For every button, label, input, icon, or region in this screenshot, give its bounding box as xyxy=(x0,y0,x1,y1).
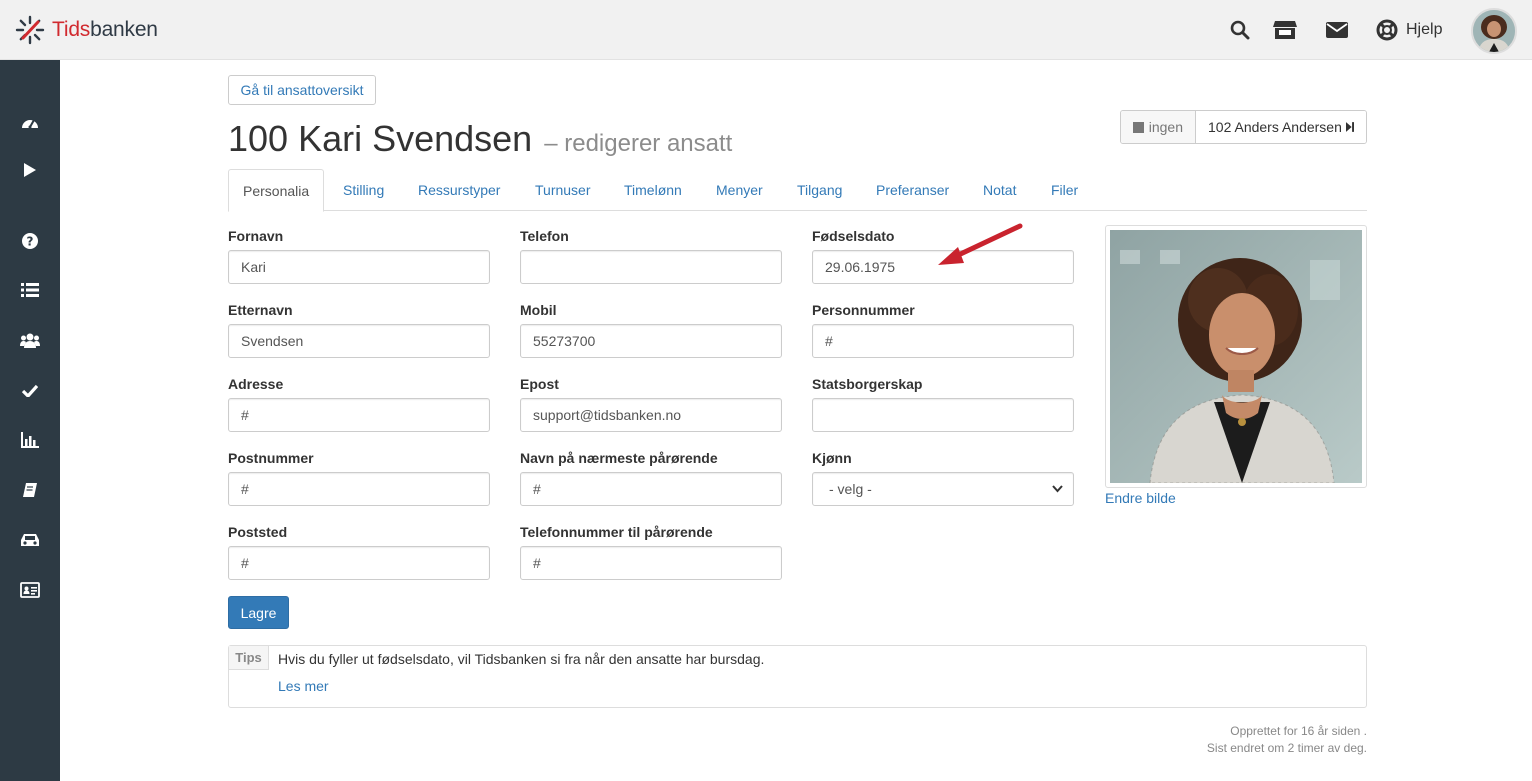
tab-timelonn[interactable]: Timelønn xyxy=(624,169,682,211)
parorende-telefon-input[interactable]: # xyxy=(520,546,782,580)
change-photo-link[interactable]: Endre bilde xyxy=(1105,490,1176,506)
personnummer-label: Personnummer xyxy=(812,302,915,318)
help-label: Hjelp xyxy=(1406,21,1443,38)
tab-stilling[interactable]: Stilling xyxy=(343,169,384,211)
statsborgerskap-input[interactable] xyxy=(812,398,1074,432)
mobil-label: Mobil xyxy=(520,302,557,318)
employee-photo-frame xyxy=(1105,225,1367,488)
page-title: 100 Kari Svendsen – redigerer ansatt xyxy=(228,118,732,162)
personnummer-input[interactable]: # xyxy=(812,324,1074,358)
tab-ressurstyper[interactable]: Ressurstyper xyxy=(418,169,500,211)
tips-box: Tips Hvis du fyller ut fødselsdato, vil … xyxy=(228,645,1367,708)
modified-info: Sist endret om 2 timer av deg. xyxy=(1206,741,1367,755)
tab-notat[interactable]: Notat xyxy=(983,169,1016,211)
logo-icon xyxy=(15,15,45,45)
created-info: Opprettet for 16 år siden . xyxy=(1230,724,1367,738)
tab-tilgang[interactable]: Tilgang xyxy=(797,169,842,211)
fornavn-label: Fornavn xyxy=(228,228,284,244)
fodselsdato-label: Fødselsdato xyxy=(812,228,895,244)
etternavn-input[interactable]: Svendsen xyxy=(228,324,490,358)
user-avatar[interactable] xyxy=(1471,8,1517,54)
save-button[interactable]: Lagre xyxy=(228,596,289,629)
next-employee-button[interactable]: 102 Anders Andersen xyxy=(1196,111,1366,143)
id-card-icon[interactable] xyxy=(18,578,42,602)
kjonn-select[interactable]: - velg - xyxy=(812,472,1074,506)
step-forward-icon xyxy=(1345,122,1354,132)
help-button[interactable]: Hjelp xyxy=(1376,18,1442,42)
tab-filer[interactable]: Filer xyxy=(1051,169,1078,211)
book-icon[interactable] xyxy=(18,478,42,502)
play-icon[interactable] xyxy=(18,158,42,182)
car-icon[interactable] xyxy=(18,528,42,552)
postnummer-input[interactable]: # xyxy=(228,472,490,506)
users-icon[interactable] xyxy=(18,328,42,352)
poststed-input[interactable]: # xyxy=(228,546,490,580)
epost-label: Epost xyxy=(520,376,559,392)
chevron-down-icon xyxy=(1052,485,1063,493)
top-bar: Tidsbanken Hjelp xyxy=(0,0,1532,60)
list-icon[interactable] xyxy=(18,278,42,302)
tab-personalia[interactable]: Personalia xyxy=(228,169,325,212)
page-subtitle: – redigerer ansatt xyxy=(544,130,733,157)
tab-turnuser[interactable]: Turnuser xyxy=(535,169,591,211)
parorende-navn-input[interactable]: # xyxy=(520,472,782,506)
check-icon[interactable] xyxy=(18,378,42,402)
etternavn-label: Etternavn xyxy=(228,302,293,318)
employee-photo xyxy=(1110,230,1362,483)
store-icon[interactable] xyxy=(1273,18,1297,42)
employee-navigation: ingen 102 Anders Andersen xyxy=(1120,110,1367,144)
back-to-employees-button[interactable]: Gå til ansattoversikt xyxy=(228,75,376,105)
search-icon[interactable] xyxy=(1228,18,1252,42)
statsborgerskap-label: Statsborgerskap xyxy=(812,376,923,392)
tab-menyer[interactable]: Menyer xyxy=(716,169,763,211)
previous-employee-button[interactable]: ingen xyxy=(1121,111,1196,143)
svg-text:?: ? xyxy=(27,235,34,249)
tab-preferanser[interactable]: Preferanser xyxy=(876,169,949,211)
epost-input[interactable]: support@tidsbanken.no xyxy=(520,398,782,432)
stop-icon xyxy=(1133,121,1144,133)
fornavn-input[interactable]: Kari xyxy=(228,250,490,284)
telefon-label: Telefon xyxy=(520,228,569,244)
bar-chart-icon[interactable] xyxy=(18,428,42,452)
read-more-link[interactable]: Les mer xyxy=(278,678,329,694)
adresse-label: Adresse xyxy=(228,376,284,392)
fodselsdato-input[interactable]: 29.06.1975 xyxy=(812,250,1074,284)
employee-name-title: 100 Kari Svendsen xyxy=(228,118,533,159)
telefon-input[interactable] xyxy=(520,250,782,284)
logo-text: Tidsbanken xyxy=(52,18,158,41)
previous-employee-label: ingen xyxy=(1148,119,1183,135)
poststed-label: Poststed xyxy=(228,524,288,540)
tips-tag: Tips xyxy=(229,646,269,670)
question-icon[interactable]: ? xyxy=(18,229,42,253)
parorende-navn-label: Navn på nærmeste pårørende xyxy=(520,450,718,466)
parorende-telefon-label: Telefonnummer til pårørende xyxy=(520,524,713,540)
brand-logo[interactable]: Tidsbanken xyxy=(14,14,158,46)
adresse-input[interactable]: # xyxy=(228,398,490,432)
kjonn-label: Kjønn xyxy=(812,450,852,466)
dashboard-icon[interactable] xyxy=(18,110,42,134)
mobil-input[interactable]: 55273700 xyxy=(520,324,782,358)
life-ring-icon xyxy=(1376,19,1398,41)
sidebar: ? xyxy=(0,60,60,781)
kjonn-selected-value: - velg - xyxy=(829,481,872,497)
postnummer-label: Postnummer xyxy=(228,450,314,466)
tab-bar: Personalia Stilling Ressurstyper Turnuse… xyxy=(228,169,1367,212)
tips-text: Hvis du fyller ut fødselsdato, vil Tidsb… xyxy=(278,651,765,667)
next-employee-label: 102 Anders Andersen xyxy=(1208,119,1342,135)
envelope-icon[interactable] xyxy=(1325,18,1349,42)
